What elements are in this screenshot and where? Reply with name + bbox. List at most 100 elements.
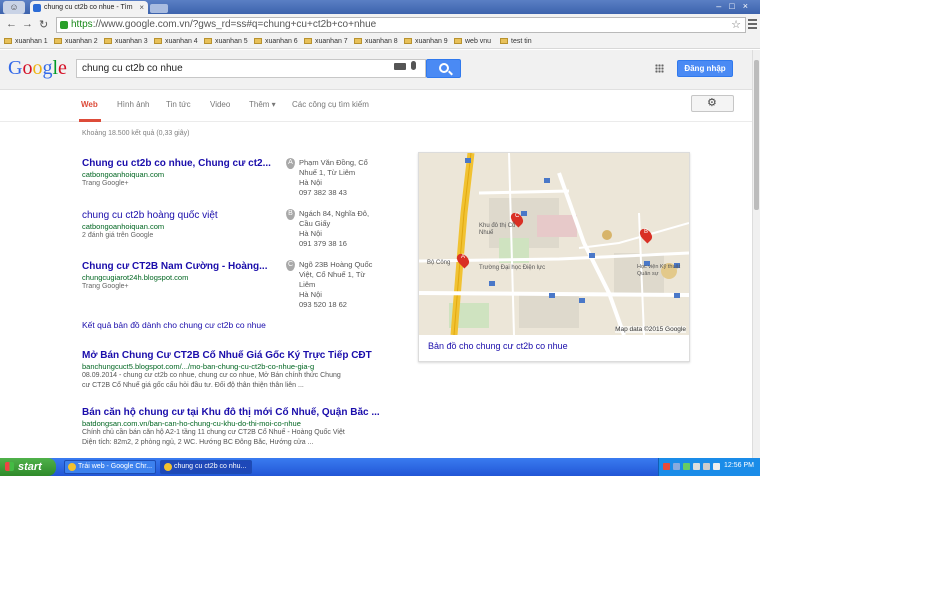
- page-scrollbar[interactable]: [752, 50, 760, 458]
- map-credit: Map data ©2015 Google: [615, 326, 686, 333]
- local-result[interactable]: chung cu ct2b hoàng quốc việt catbongoan…: [82, 210, 292, 239]
- close-tab-icon[interactable]: ×: [139, 1, 144, 14]
- url-text: ://www.google.com.vn/?gws_rd=ss#q=chung+…: [92, 19, 377, 30]
- logo-letter: e: [58, 57, 67, 79]
- result-address: Ngõ 23B Hoàng Quốc Việt, Cổ Nhuế 1, Từ L…: [299, 260, 373, 309]
- web-result[interactable]: Bán căn hộ chung cư tại Khu đô thị mới C…: [82, 407, 382, 448]
- map-svg: [419, 153, 689, 335]
- map-label: Trường Đại học Điện lực: [479, 265, 546, 271]
- local-result[interactable]: Chung cu ct2b co nhue, Chung cư ct2... c…: [82, 158, 292, 187]
- result-snippet: 08.09.2014 - chung cư ct2b co nhue, chun…: [82, 372, 341, 379]
- result-title[interactable]: Bán căn hộ chung cư tại Khu đô thị mới C…: [82, 407, 382, 418]
- settings-button[interactable]: ⚙: [691, 95, 734, 112]
- tab-web[interactable]: Web: [81, 100, 98, 109]
- browser-tab-active[interactable]: chung cu ct2b co nhue - Tìm ×: [30, 1, 148, 14]
- folder-icon: [154, 38, 162, 44]
- bookmark-star-icon[interactable]: ☆: [731, 18, 741, 32]
- bookmark-item[interactable]: xuanhan 4: [154, 38, 198, 45]
- tab-news[interactable]: Tin tức: [166, 100, 191, 109]
- result-address: Phạm Văn Đồng, Cổ Nhuế 1, Từ Liêm Hà Nội…: [299, 158, 368, 197]
- more-map-results-link[interactable]: Kết quả bản đồ dành cho chung cư ct2b co…: [82, 320, 266, 330]
- tray-app-icon[interactable]: [683, 463, 690, 470]
- result-snippet: Chính chủ cần bán căn hộ A2-1 tầng 11 ch…: [82, 429, 345, 436]
- browser-titlebar: ☺ chung cu ct2b co nhue - Tìm × –□×: [0, 0, 760, 14]
- browser-toolbar: ← → ↻ https://www.google.com.vn/?gws_rd=…: [0, 14, 760, 36]
- bookmark-item[interactable]: xuanhan 8: [354, 38, 398, 45]
- new-tab-button[interactable]: [150, 4, 168, 13]
- taskbar-window-button[interactable]: chung cu ct2b co nhu...: [160, 460, 252, 474]
- folder-icon: [454, 38, 462, 44]
- result-source[interactable]: Trang Google+: [82, 180, 292, 187]
- search-button[interactable]: [426, 59, 461, 78]
- google-logo[interactable]: Google: [8, 57, 67, 80]
- start-button[interactable]: start: [0, 458, 56, 476]
- result-url: catbongoanhoiquan.com: [82, 222, 165, 231]
- signin-button[interactable]: Đăng nhập: [677, 60, 733, 77]
- bookmark-item[interactable]: xuanhan 3: [104, 38, 148, 45]
- screenshot-window: ☺ chung cu ct2b co nhue - Tìm × –□× ← → …: [0, 0, 760, 476]
- gear-icon: ⚙: [707, 97, 717, 109]
- logo-letter: g: [42, 57, 53, 79]
- folder-icon: [304, 38, 312, 44]
- result-snippet: Diện tích: 82m2, 2 phòng ngủ, 2 WC. Hướn…: [82, 439, 314, 446]
- map-pin-b-label: B: [644, 229, 649, 235]
- tray-app-icon[interactable]: [663, 463, 670, 470]
- map-card[interactable]: A C B Khu đô thị Cổ Nhuế Trường Đại học …: [418, 152, 690, 362]
- result-title[interactable]: Chung cu ct2b co nhue, Chung cư ct2...: [82, 158, 292, 169]
- system-tray: 12:56 PM: [658, 458, 760, 476]
- result-title[interactable]: Mở Bán Chung Cư CT2B Cổ Nhuế Giá Gốc Ký …: [82, 350, 382, 361]
- bookmark-item[interactable]: xuanhan 5: [204, 38, 248, 45]
- folder-icon: [500, 38, 508, 44]
- reload-icon[interactable]: ↻: [39, 18, 48, 31]
- taskbar-window-button[interactable]: Trái web - Google Chr...: [64, 460, 156, 474]
- result-stats: Khoảng 18.500 kết quả (0,33 giây): [82, 130, 190, 137]
- google-header: Google chung cu ct2b co nhue: [0, 50, 752, 90]
- result-title[interactable]: Chung cư CT2B Nam Cường - Hoàng...: [82, 261, 292, 272]
- url-scheme: https: [71, 19, 93, 30]
- bookmark-item[interactable]: xuanhan 1: [4, 38, 48, 45]
- keyboard-icon[interactable]: [394, 63, 406, 70]
- logo-letter: G: [8, 57, 23, 79]
- google-favicon-icon: [33, 4, 41, 12]
- result-source[interactable]: 2 đánh giá trên Google: [82, 232, 292, 239]
- tray-app-icon[interactable]: [693, 463, 700, 470]
- scrollbar-thumb[interactable]: [754, 60, 759, 210]
- bookmark-item[interactable]: web vnu: [454, 38, 491, 45]
- chrome-menu-icon[interactable]: [748, 19, 757, 29]
- bookmark-item[interactable]: xuanhan 2: [54, 38, 98, 45]
- volume-icon[interactable]: [713, 463, 720, 470]
- local-result[interactable]: Chung cư CT2B Nam Cường - Hoàng... chung…: [82, 261, 292, 290]
- window-controls[interactable]: –□×: [716, 1, 756, 11]
- result-title[interactable]: chung cu ct2b hoàng quốc việt: [82, 210, 292, 221]
- result-url: chungcugiarot24h.blogspot.com: [82, 273, 189, 282]
- tray-app-icon[interactable]: [673, 463, 680, 470]
- network-icon[interactable]: [703, 463, 710, 470]
- bookmark-item[interactable]: xuanhan 6: [254, 38, 298, 45]
- bookmark-item[interactable]: xuanhan 7: [304, 38, 348, 45]
- forward-arrow-icon[interactable]: →: [22, 18, 33, 30]
- address-bar[interactable]: https://www.google.com.vn/?gws_rd=ss#q=c…: [56, 17, 746, 33]
- bookmark-item[interactable]: test tin: [500, 38, 532, 45]
- bookmark-item[interactable]: xuanhan 9: [404, 38, 448, 45]
- map-image[interactable]: A C B Khu đô thị Cổ Nhuế Trường Đại học …: [419, 153, 689, 335]
- web-result[interactable]: Mở Bán Chung Cư CT2B Cổ Nhuế Giá Gốc Ký …: [82, 350, 382, 391]
- result-source[interactable]: Trang Google+: [82, 283, 292, 290]
- back-arrow-icon[interactable]: ←: [6, 18, 17, 30]
- result-address: Ngách 84, Nghĩa Đô, Cầu Giấy Hà Nội 091 …: [299, 209, 370, 248]
- active-tab-indicator: [79, 119, 101, 122]
- search-input[interactable]: chung cu ct2b co nhue: [76, 59, 426, 78]
- tab-more[interactable]: Thêm ▾: [249, 100, 276, 109]
- map-label: Học viện Kỹ thuật Quân sự: [637, 264, 681, 277]
- result-url: batdongsan.com.vn/ban-can-ho-chung-cu-kh…: [82, 419, 301, 428]
- profile-avatar-icon[interactable]: ☺: [3, 1, 25, 14]
- tab-images[interactable]: Hình ảnh: [117, 100, 149, 109]
- tab-search-tools[interactable]: Các công cụ tìm kiếm: [292, 100, 369, 109]
- microphone-icon[interactable]: [411, 61, 416, 70]
- apps-grid-icon[interactable]: [655, 64, 664, 73]
- search-icon: [439, 63, 449, 73]
- tab-video[interactable]: Video: [210, 100, 230, 109]
- map-caption[interactable]: Bản đồ cho chung cư ct2b co nhue: [428, 341, 568, 351]
- map-label: Bộ Công: [427, 260, 451, 266]
- folder-icon: [104, 38, 112, 44]
- tab-title: chung cu ct2b co nhue - Tìm: [44, 4, 133, 11]
